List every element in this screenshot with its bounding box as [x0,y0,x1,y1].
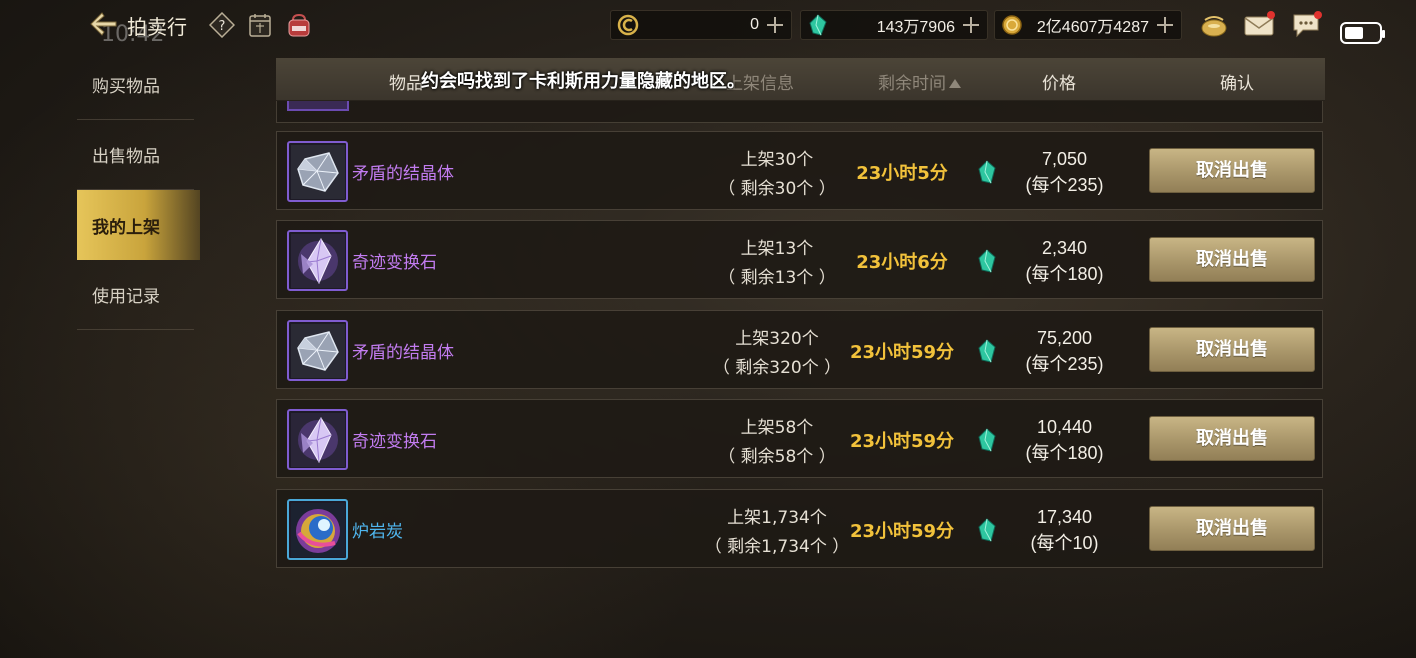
resource-value: 2亿4607万4287 [1036,19,1149,36]
coin-c-icon [617,14,639,36]
table-row: 矛盾的结晶体 上架30个 （ 剩余30个 ） 23小时5分 7,050 (每个2… [276,131,1323,210]
item-name: 矛盾的结晶体 [352,164,454,184]
plus-icon [963,17,979,33]
remaining-time: 23小时59分 [849,521,955,542]
item-name: 奇迹变换石 [352,253,437,273]
resource-value: 143万7906 [876,19,955,36]
price-each: (每个180) [1025,443,1104,463]
table-row-partial [276,101,1323,123]
price-total: 7,050 [1041,149,1088,169]
sidebar-item-label: 购买物品 [92,77,160,97]
column-item: 物品 [389,74,423,94]
cancel-sale-button[interactable]: 取消出售 [1149,327,1315,372]
add-gem-button[interactable] [961,15,981,35]
mail-button[interactable] [1243,9,1275,41]
sidebar-item-label: 出售物品 [92,147,160,167]
price-total: 17,340 [1036,507,1093,527]
column-time-sort[interactable]: 剩余时间 [878,69,961,94]
remaining-time: 23小时5分 [856,163,948,184]
item-name: 矛盾的结晶体 [352,343,454,363]
price-total: 2,340 [1041,238,1088,258]
remaining-time: 23小时6分 [856,252,948,273]
sidebar-menu: 购买物品 出售物品 我的上架 使用记录 [77,50,277,330]
column-confirm: 确认 [1220,74,1254,94]
gold-coin-icon [1001,14,1023,36]
crystal-icon [287,141,348,202]
resource-value: 0 [750,16,759,33]
table-row: 矛盾的结晶体 上架320个 （ 剩余320个 ） 23小时59分 75,200 … [276,310,1323,389]
plus-icon [1157,17,1173,33]
resource-coin-c: 0 [610,10,792,40]
cancel-sale-button[interactable]: 取消出售 [1149,148,1315,193]
sidebar-item-sell[interactable]: 出售物品 [77,120,194,190]
notification-dot [1314,11,1322,19]
crystal-icon [287,320,348,381]
sidebar-item-label: 使用记录 [92,287,160,307]
back-button[interactable] [86,9,120,39]
price-each: (每个235) [1025,175,1104,195]
calendar-button[interactable] [246,11,274,39]
resource-green-gem: 143万7906 [800,10,988,40]
add-coin-button[interactable] [765,15,785,35]
calendar-icon [249,14,271,37]
notification-dot [1267,11,1275,19]
column-time-label: 剩余时间 [878,74,946,94]
sort-ascending-icon [949,79,961,88]
back-arrow-icon [90,12,117,36]
column-price: 价格 [1042,74,1076,94]
sidebar-item-history[interactable]: 使用记录 [77,260,194,330]
item-name: 炉岩炭 [352,522,403,542]
top-bar: 10:42 拍卖行 ? 0 143万7906 2亿4607万4287 [0,0,1416,50]
cancel-sale-button[interactable]: 取消出售 [1149,416,1315,461]
battery-icon [1340,22,1385,44]
sidebar-item-my-listings[interactable]: 我的上架 [77,190,200,260]
purple-stone-icon [287,230,348,291]
plus-icon [767,17,783,33]
cancel-sale-button[interactable]: 取消出售 [1149,237,1315,282]
furnace-coal-icon [287,499,348,560]
price-each: (每个235) [1025,354,1104,374]
price-each: (每个180) [1025,264,1104,284]
remaining-time: 23小时59分 [849,342,955,363]
price-total: 75,200 [1036,328,1093,348]
price-each: (每个10) [1030,533,1099,553]
purple-stone-icon [287,409,348,470]
help-icon: ? [209,12,235,38]
sidebar-item-label: 我的上架 [92,217,160,238]
pouch-button[interactable] [1198,9,1230,41]
level-bag-icon [288,13,310,37]
table-header: 物品 上架信息 剩余时间 价格 确认 约会吗找到了卡利斯用力量隐藏的地区。 [276,58,1325,101]
item-thumbnail [287,101,349,111]
cancel-sale-button[interactable]: 取消出售 [1149,506,1315,551]
scrolling-notice: 约会吗找到了卡利斯用力量隐藏的地区。 [421,71,745,92]
page-title: 拍卖行 [127,15,187,39]
add-gold-button[interactable] [1155,15,1175,35]
pouch-icon [1201,16,1227,37]
price-total: 10,440 [1036,417,1093,437]
table-row: 奇迹变换石 上架13个 （ 剩余13个 ） 23小时6分 2,340 (每个18… [276,220,1323,299]
sidebar-item-buy[interactable]: 购买物品 [77,50,194,120]
item-name: 奇迹变换石 [352,432,437,452]
chat-button[interactable] [1290,9,1322,41]
listing-table: 物品 上架信息 剩余时间 价格 确认 约会吗找到了卡利斯用力量隐藏的地区。 矛盾… [276,58,1325,573]
green-gem-icon [807,14,829,36]
resource-gold: 2亿4607万4287 [994,10,1182,40]
help-button[interactable]: ? [208,11,236,39]
level-bag-button[interactable] [285,11,313,39]
remaining-time: 23小时59分 [849,431,955,452]
table-row: 炉岩炭 上架1,734个 （ 剩余1,734个 ） 23小时59分 17,340… [276,489,1323,568]
svg-text:?: ? [219,19,226,34]
table-row: 奇迹变换石 上架58个 （ 剩余58个 ） 23小时59分 10,440 (每个… [276,399,1323,478]
